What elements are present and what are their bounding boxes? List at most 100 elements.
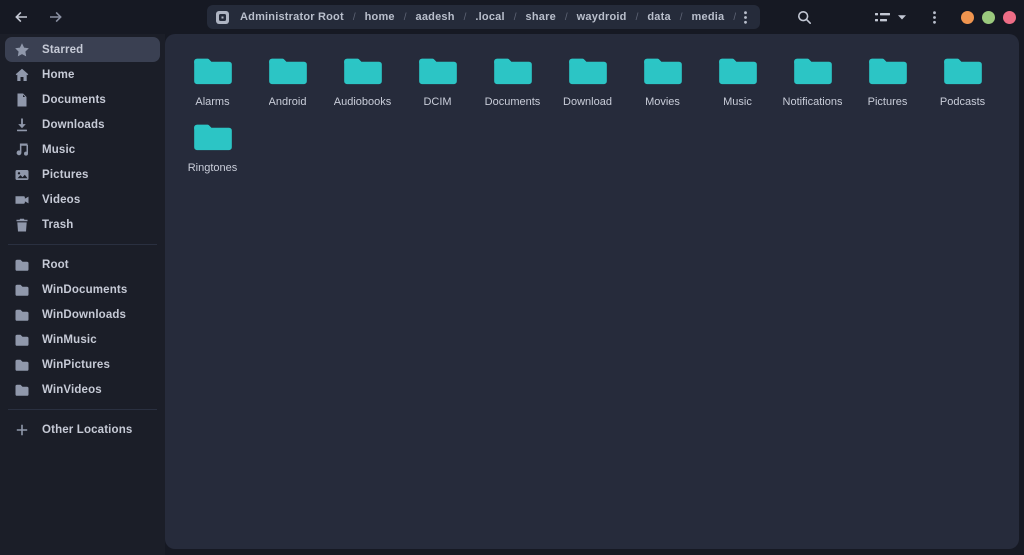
sidebar-item-label: WinDownloads [42,309,126,321]
plus-icon [14,422,30,438]
breadcrumb-separator: / [464,12,467,23]
breadcrumb-separator: / [404,12,407,23]
path-bar[interactable]: Administrator Root / home / aadesh / .local / sh… [207,5,760,29]
breadcrumb-segment[interactable]: waydroid [575,11,629,23]
folder-audiobooks[interactable]: Audiobooks [325,46,400,112]
folder-documents[interactable]: Documents [475,46,550,112]
folder-icon [192,120,234,157]
search-button[interactable] [793,6,815,28]
sidebar-item-windownloads[interactable]: WinDownloads [5,302,160,327]
download-icon [14,117,30,133]
sidebar-item-trash[interactable]: Trash [5,212,160,237]
forward-button[interactable] [45,6,67,28]
back-arrow-icon [13,9,29,25]
chevron-down-icon [897,14,907,21]
sidebar-item-starred[interactable]: Starred [5,37,160,62]
breadcrumb-segment[interactable]: aadesh [414,11,457,23]
sidebar-item-label: Home [42,69,75,81]
sidebar-item-pictures[interactable]: Pictures [5,162,160,187]
folder-alarms[interactable]: Alarms [175,46,250,112]
music-icon [14,142,30,158]
breadcrumb-separator: / [565,12,568,23]
main-menu-button[interactable] [923,6,945,28]
content-pane[interactable]: Alarms Android Audiobooks DCIM Documents Down… [165,34,1019,549]
sidebar-item-label: Other Locations [42,424,132,436]
window-controls [961,11,1016,24]
folder-movies[interactable]: Movies [625,46,700,112]
back-button[interactable] [10,6,32,28]
folder-icon [867,54,909,91]
folder-android[interactable]: Android [250,46,325,112]
folder-label: Movies [645,96,680,108]
folder-icon [342,54,384,91]
breadcrumb-separator: / [680,12,683,23]
sidebar-item-label: Downloads [42,119,105,131]
folder-label: Podcasts [940,96,985,108]
sidebar-item-videos[interactable]: Videos [5,187,160,212]
sidebar-item-other-locations[interactable]: Other Locations [5,417,160,442]
breadcrumb-segment[interactable]: share [524,11,558,23]
sidebar-item-label: WinPictures [42,359,110,371]
folder-label: Notifications [783,96,843,108]
breadcrumb-segment[interactable]: home [363,11,397,23]
kebab-menu-icon [744,11,747,24]
sidebar-item-winmusic[interactable]: WinMusic [5,327,160,352]
folder-icon [14,257,30,273]
sidebar: Starred Home Documents Downloads Music Pictur… [0,34,165,555]
folder-label: Audiobooks [334,96,392,108]
folder-pictures[interactable]: Pictures [850,46,925,112]
folder-icon [642,54,684,91]
folder-label: Pictures [868,96,908,108]
folder-notifications[interactable]: Notifications [775,46,850,112]
folder-label: Music [723,96,752,108]
sidebar-item-winpictures[interactable]: WinPictures [5,352,160,377]
folder-podcasts[interactable]: Podcasts [925,46,1000,112]
view-toggle-button[interactable] [871,8,911,27]
folder-dcim[interactable]: DCIM [400,46,475,112]
maximize-button[interactable] [982,11,995,24]
sidebar-item-windocuments[interactable]: WinDocuments [5,277,160,302]
sidebar-item-label: Music [42,144,75,156]
folder-label: Download [563,96,612,108]
sidebar-item-label: WinMusic [42,334,97,346]
sidebar-item-winvideos[interactable]: WinVideos [5,377,160,402]
breadcrumb-segment[interactable]: media [690,11,727,23]
sidebar-separator [8,244,157,245]
sidebar-item-music[interactable]: Music [5,137,160,162]
folder-icon [942,54,984,91]
sidebar-item-label: WinVideos [42,384,102,396]
path-options-button[interactable] [736,8,754,26]
breadcrumb: Administrator Root / home / aadesh / .local / sh… [238,11,736,23]
list-view-icon [875,11,890,24]
breadcrumb-segment[interactable]: .local [473,11,506,23]
nav-arrows [10,0,67,34]
folder-icon [792,54,834,91]
folder-icon [267,54,309,91]
image-icon [14,167,30,183]
video-icon [14,192,30,208]
kebab-menu-icon [933,11,936,24]
close-button[interactable] [1003,11,1016,24]
folder-download[interactable]: Download [550,46,625,112]
sidebar-item-downloads[interactable]: Downloads [5,112,160,137]
sidebar-item-root[interactable]: Root [5,252,160,277]
sidebar-item-home[interactable]: Home [5,62,160,87]
folder-icon [417,54,459,91]
sidebar-item-documents[interactable]: Documents [5,87,160,112]
folder-label: Documents [485,96,541,108]
folder-icon [14,332,30,348]
trash-icon [14,217,30,233]
folder-music[interactable]: Music [700,46,775,112]
minimize-button[interactable] [961,11,974,24]
window-body: Starred Home Documents Downloads Music Pictur… [0,34,1024,555]
folder-ringtones[interactable]: Ringtones [175,112,250,178]
folder-label: DCIM [423,96,451,108]
breadcrumb-separator: / [353,12,356,23]
folder-icon [14,382,30,398]
breadcrumb-segment[interactable]: Administrator Root [238,11,346,23]
files-window: Administrator Root / home / aadesh / .local / sh… [0,0,1024,555]
breadcrumb-segment[interactable]: data [645,11,672,23]
header-bar: Administrator Root / home / aadesh / .local / sh… [0,0,1024,34]
sidebar-item-label: WinDocuments [42,284,127,296]
folder-label: Android [269,96,307,108]
